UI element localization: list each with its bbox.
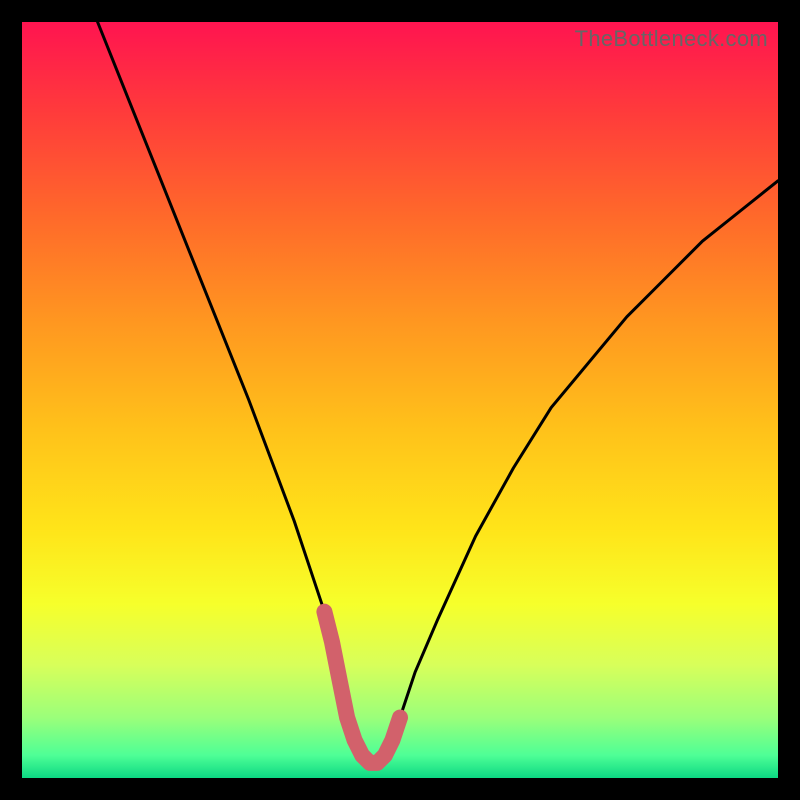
bottleneck-curve bbox=[98, 22, 778, 763]
highlight-curve bbox=[324, 612, 400, 763]
chart-svg bbox=[22, 22, 778, 778]
chart-frame: TheBottleneck.com bbox=[0, 0, 800, 800]
plot-area: TheBottleneck.com bbox=[22, 22, 778, 778]
